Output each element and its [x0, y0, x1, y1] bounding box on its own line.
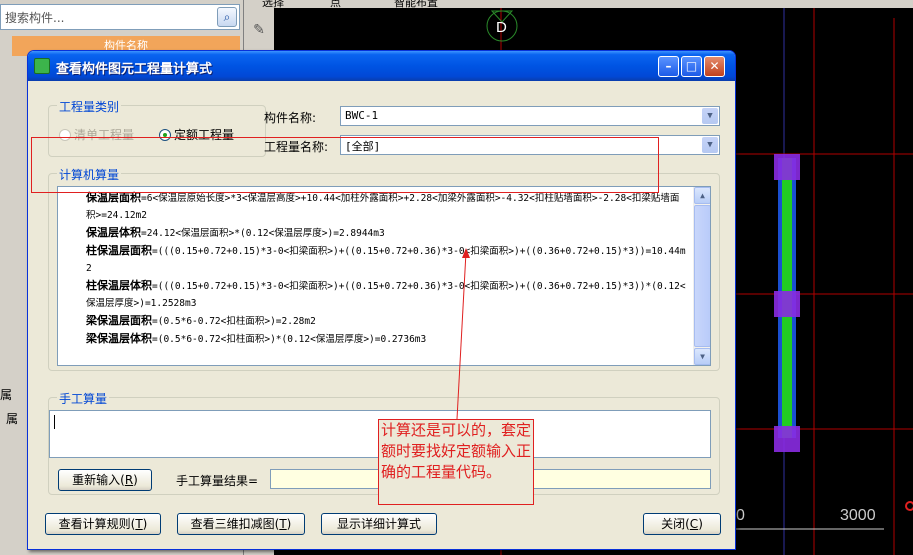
vertical-scrollbar[interactable]: ▲ ▼: [693, 187, 710, 365]
calc-line-formula: =(0.5*6-0.72<扣柱面积>)=2.28m2: [152, 316, 316, 327]
calc-line-name: 保温层体积: [86, 226, 141, 239]
calc-line-name: 柱保温层面积: [86, 244, 152, 257]
quantity-type-title: 工程量类别: [57, 98, 122, 115]
calc-line-name: 梁保温层体积: [86, 332, 152, 345]
chevron-down-icon[interactable]: ▼: [702, 108, 718, 124]
dialog-title: 查看构件图元工程量计算式: [56, 62, 213, 77]
dialog-titlebar[interactable]: 查看构件图元工程量计算式 – □ ✕: [28, 51, 735, 81]
top-toolbar: 选择 点 智能布置: [244, 0, 913, 8]
search-icon[interactable]: ⌕: [217, 7, 237, 27]
calc-line-formula: =(((0.15+0.72+0.15)*3-0<扣梁面积>)+((0.15+0.…: [86, 246, 686, 274]
calc-line: 梁保温层面积=(0.5*6-0.72<扣柱面积>)=2.28m2: [60, 312, 688, 330]
maximize-icon[interactable]: □: [681, 56, 702, 77]
chevron-down-icon[interactable]: ▼: [702, 137, 718, 153]
search-placeholder: 搜索构件...: [5, 11, 65, 25]
scroll-down-icon[interactable]: ▼: [694, 348, 710, 365]
app-icon: [34, 58, 50, 74]
view-rules-hotkey: T: [135, 517, 143, 531]
calc-line: 柱保温层体积=(((0.15+0.72+0.15)*3-0<扣梁面积>)+((0…: [60, 277, 688, 312]
calc-formula-textbox[interactable]: 保温层面积=6<保温层原始长度>*3<保温层高度>+10.44<加柱外露面积>+…: [57, 186, 711, 366]
axis-marker-label: D: [496, 19, 507, 36]
dimension-left-label: 0: [736, 507, 745, 524]
toolbar-point[interactable]: 点: [330, 0, 341, 8]
view-rules-button[interactable]: 查看计算规则(T): [45, 513, 161, 535]
manual-result-label: 手工算量结果=: [176, 474, 259, 488]
calc-line-formula: =6<保温层原始长度>*3<保温层高度>+10.44<加柱外露面积>+2.28<…: [86, 193, 680, 221]
highlight-box: [31, 137, 659, 193]
annotation-note: 计算还是可以的，套定额时要找好定额输入正确的工程量代码。: [378, 419, 534, 505]
properties-sub-label: 属: [6, 412, 19, 426]
view-3d-button[interactable]: 查看三维扣减图(T): [177, 513, 305, 535]
close-icon[interactable]: ✕: [704, 56, 725, 77]
properties-tab-label[interactable]: 属: [0, 386, 12, 403]
close-hotkey: C: [689, 517, 699, 531]
calc-line-formula: =24.12<保温层面积>*(0.12<保温层厚度>)=2.8944m3: [141, 228, 385, 239]
toolbar-select[interactable]: 选择: [262, 0, 284, 8]
show-detail-label: 显示详细计算式: [336, 517, 421, 531]
computer-calc-group: 计算机算量 保温层面积=6<保温层原始长度>*3<保温层高度>+10.44<加柱…: [48, 166, 720, 371]
reinput-label: 重新输入(: [72, 473, 125, 487]
component-name-label: 构件名称:: [264, 111, 317, 125]
close-label: 关闭(: [661, 517, 690, 531]
reinput-button[interactable]: 重新输入(R): [58, 469, 152, 491]
reinput-hotkey: R: [124, 473, 134, 487]
view-3d-label: 查看三维扣减图(: [190, 517, 280, 531]
component-name-value: BWC-1: [345, 109, 379, 122]
manual-calc-title: 手工算量: [57, 390, 110, 407]
view-3d-hotkey: T: [279, 517, 287, 531]
calc-line-formula: =(0.5*6-0.72<扣柱面积>)*(0.12<保温层厚度>)=0.2736…: [152, 334, 427, 345]
pencil-icon[interactable]: ✎: [248, 22, 270, 44]
view-rules-label: 查看计算规则(: [58, 517, 136, 531]
scroll-up-icon[interactable]: ▲: [694, 187, 710, 204]
component-name-select[interactable]: BWC-1 ▼: [340, 106, 720, 126]
calc-line: 保温层体积=24.12<保温层面积>*(0.12<保温层厚度>)=2.8944m…: [60, 224, 688, 242]
calc-line-formula: =(((0.15+0.72+0.15)*3-0<扣梁面积>)+((0.15+0.…: [86, 281, 686, 309]
calc-line-name: 柱保温层体积: [86, 279, 152, 292]
minimize-icon[interactable]: –: [658, 56, 679, 77]
calc-line-name: 梁保温层面积: [86, 314, 152, 327]
scroll-thumb[interactable]: [694, 205, 710, 347]
close-button[interactable]: 关闭(C): [643, 513, 721, 535]
calc-line: 柱保温层面积=(((0.15+0.72+0.15)*3-0<扣梁面积>)+((0…: [60, 242, 688, 277]
show-detail-button[interactable]: 显示详细计算式: [321, 513, 437, 535]
dimension-value-label: 3000: [840, 507, 876, 524]
toolbar-smart-layout[interactable]: 智能布置: [394, 0, 438, 8]
text-caret: [54, 415, 55, 429]
calc-line: 梁保温层体积=(0.5*6-0.72<扣柱面积>)*(0.12<保温层厚度>)=…: [60, 330, 688, 348]
calc-line: 保温层面积=6<保温层原始长度>*3<保温层高度>+10.44<加柱外露面积>+…: [60, 189, 688, 224]
component-search-input[interactable]: 搜索构件... ⌕: [0, 4, 240, 30]
